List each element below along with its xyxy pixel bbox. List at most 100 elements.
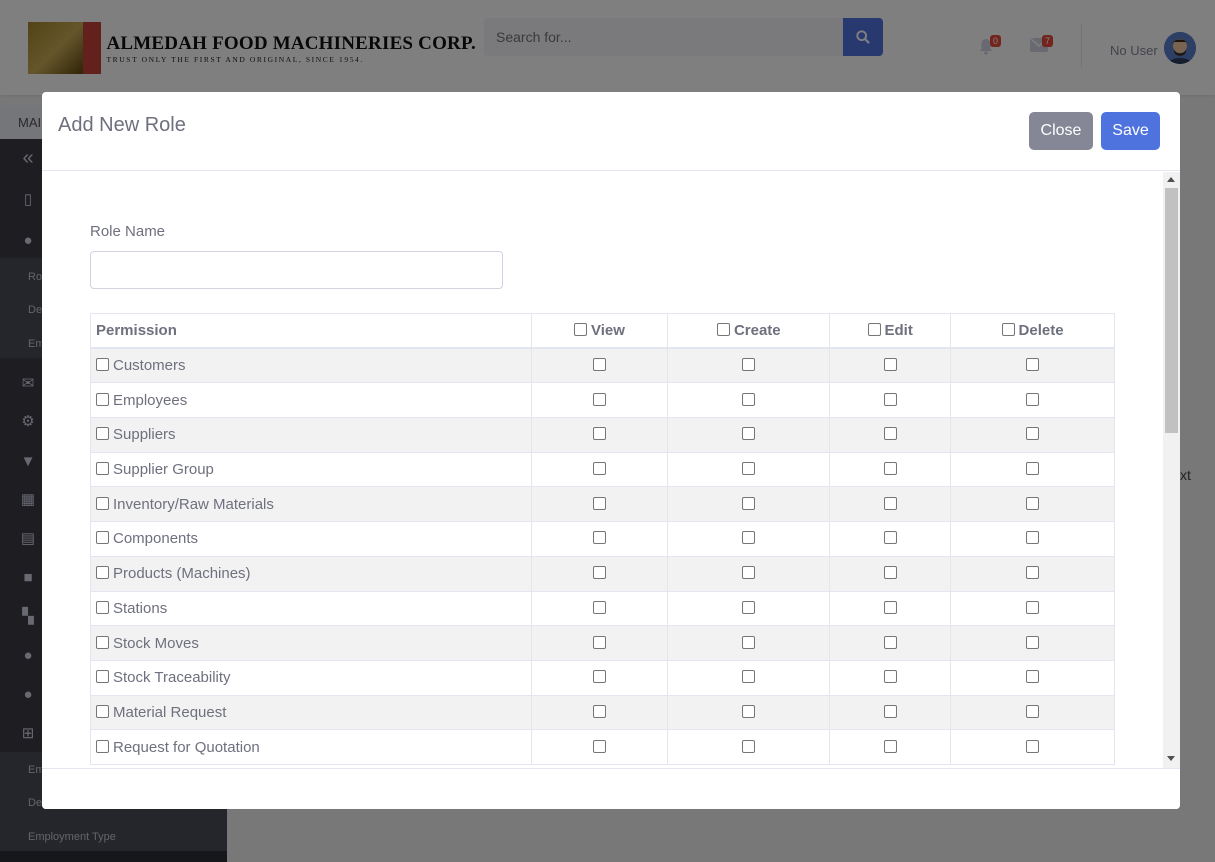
view-permission-checkbox[interactable] [592, 358, 606, 372]
create-permission-checkbox[interactable] [742, 496, 756, 510]
delete-permission-checkbox[interactable] [1026, 531, 1040, 545]
row-select-checkbox[interactable] [96, 462, 109, 476]
save-button[interactable]: Save [1101, 112, 1160, 150]
row-select-checkbox[interactable] [96, 635, 109, 649]
create-cell [667, 382, 831, 419]
delete-permission-checkbox[interactable] [1026, 427, 1040, 441]
view-permission-checkbox[interactable] [592, 600, 606, 614]
create-permission-checkbox[interactable] [742, 531, 756, 545]
row-select-checkbox[interactable] [96, 704, 109, 718]
close-button[interactable]: Close [1029, 112, 1093, 150]
delete-cell [950, 451, 1115, 488]
view-permission-checkbox[interactable] [592, 462, 606, 476]
delete-permission-checkbox[interactable] [1026, 635, 1040, 649]
table-row: Material Request [90, 694, 1115, 731]
delete-permission-checkbox[interactable] [1026, 739, 1040, 753]
select-all-delete-checkbox[interactable] [1001, 323, 1015, 337]
create-permission-checkbox[interactable] [742, 739, 756, 753]
view-permission-checkbox[interactable] [592, 635, 606, 649]
view-permission-checkbox[interactable] [592, 392, 606, 406]
edit-cell [829, 417, 952, 453]
modal-scrollbar[interactable] [1163, 172, 1180, 768]
permission-cell: Components [90, 521, 532, 557]
delete-column-header: Delete [950, 313, 1115, 350]
row-select-checkbox[interactable] [96, 496, 109, 510]
scroll-up-arrow[interactable] [1167, 177, 1175, 182]
delete-permission-checkbox[interactable] [1026, 670, 1040, 684]
select-all-create-checkbox[interactable] [716, 323, 730, 337]
permission-cell: Products (Machines) [90, 555, 532, 592]
edit-permission-checkbox[interactable] [883, 496, 897, 510]
delete-permission-checkbox[interactable] [1026, 600, 1040, 614]
row-select-checkbox[interactable] [96, 358, 109, 372]
create-permission-checkbox[interactable] [742, 566, 756, 580]
row-select-checkbox[interactable] [96, 392, 109, 406]
edit-cell [829, 729, 952, 765]
create-permission-checkbox[interactable] [742, 635, 756, 649]
view-permission-checkbox[interactable] [592, 670, 606, 684]
scroll-down-arrow[interactable] [1167, 756, 1175, 761]
table-row: Components [90, 521, 1115, 557]
delete-cell [950, 382, 1115, 419]
row-select-checkbox[interactable] [96, 531, 109, 545]
delete-cell [950, 417, 1115, 453]
row-select-checkbox[interactable] [96, 427, 109, 441]
delete-permission-checkbox[interactable] [1026, 462, 1040, 476]
delete-permission-checkbox[interactable] [1026, 392, 1040, 406]
view-permission-checkbox[interactable] [592, 531, 606, 545]
permission-label: Components [113, 530, 199, 548]
create-permission-checkbox[interactable] [742, 670, 756, 684]
edit-cell [829, 590, 952, 627]
permission-label: Supplier Group [113, 461, 214, 479]
create-permission-checkbox[interactable] [742, 358, 756, 372]
edit-permission-checkbox[interactable] [883, 600, 897, 614]
delete-permission-checkbox[interactable] [1026, 496, 1040, 510]
create-permission-checkbox[interactable] [742, 462, 756, 476]
role-name-input[interactable] [90, 251, 503, 289]
view-permission-checkbox[interactable] [592, 704, 606, 718]
edit-permission-checkbox[interactable] [883, 358, 897, 372]
create-permission-checkbox[interactable] [742, 600, 756, 614]
table-row: Inventory/Raw Materials [90, 486, 1115, 523]
view-permission-checkbox[interactable] [592, 427, 606, 441]
table-row: Customers [90, 347, 1115, 384]
create-permission-checkbox[interactable] [742, 392, 756, 406]
edit-permission-checkbox[interactable] [883, 635, 897, 649]
create-cell [667, 555, 831, 592]
scroll-thumb[interactable] [1165, 188, 1178, 433]
permission-cell: Request for Quotation [90, 729, 532, 765]
delete-cell [950, 659, 1115, 696]
view-cell [530, 590, 669, 627]
row-select-checkbox[interactable] [96, 739, 109, 753]
view-permission-checkbox[interactable] [592, 739, 606, 753]
edit-column-header: Edit [829, 313, 952, 350]
edit-permission-checkbox[interactable] [883, 704, 897, 718]
row-select-checkbox[interactable] [96, 670, 109, 684]
select-all-edit-checkbox[interactable] [867, 323, 881, 337]
create-cell [667, 659, 831, 696]
delete-permission-checkbox[interactable] [1026, 358, 1040, 372]
edit-permission-checkbox[interactable] [883, 392, 897, 406]
edit-permission-checkbox[interactable] [883, 566, 897, 580]
modal-title: Add New Role [58, 114, 186, 136]
table-row: Stations [90, 590, 1115, 627]
select-all-view-checkbox[interactable] [574, 323, 587, 337]
view-cell [530, 382, 669, 419]
permission-label: Stock Traceability [113, 669, 231, 687]
delete-permission-checkbox[interactable] [1026, 704, 1040, 718]
view-permission-checkbox[interactable] [592, 496, 606, 510]
edit-permission-checkbox[interactable] [883, 670, 897, 684]
permission-cell: Inventory/Raw Materials [90, 486, 532, 523]
view-permission-checkbox[interactable] [592, 566, 606, 580]
row-select-checkbox[interactable] [96, 566, 109, 580]
edit-permission-checkbox[interactable] [883, 427, 897, 441]
row-select-checkbox[interactable] [96, 600, 109, 614]
create-permission-checkbox[interactable] [742, 704, 756, 718]
edit-permission-checkbox[interactable] [883, 531, 897, 545]
delete-cell [950, 521, 1115, 557]
edit-permission-checkbox[interactable] [883, 462, 897, 476]
view-cell [530, 417, 669, 453]
edit-permission-checkbox[interactable] [883, 739, 897, 753]
delete-permission-checkbox[interactable] [1026, 566, 1040, 580]
create-permission-checkbox[interactable] [742, 427, 756, 441]
